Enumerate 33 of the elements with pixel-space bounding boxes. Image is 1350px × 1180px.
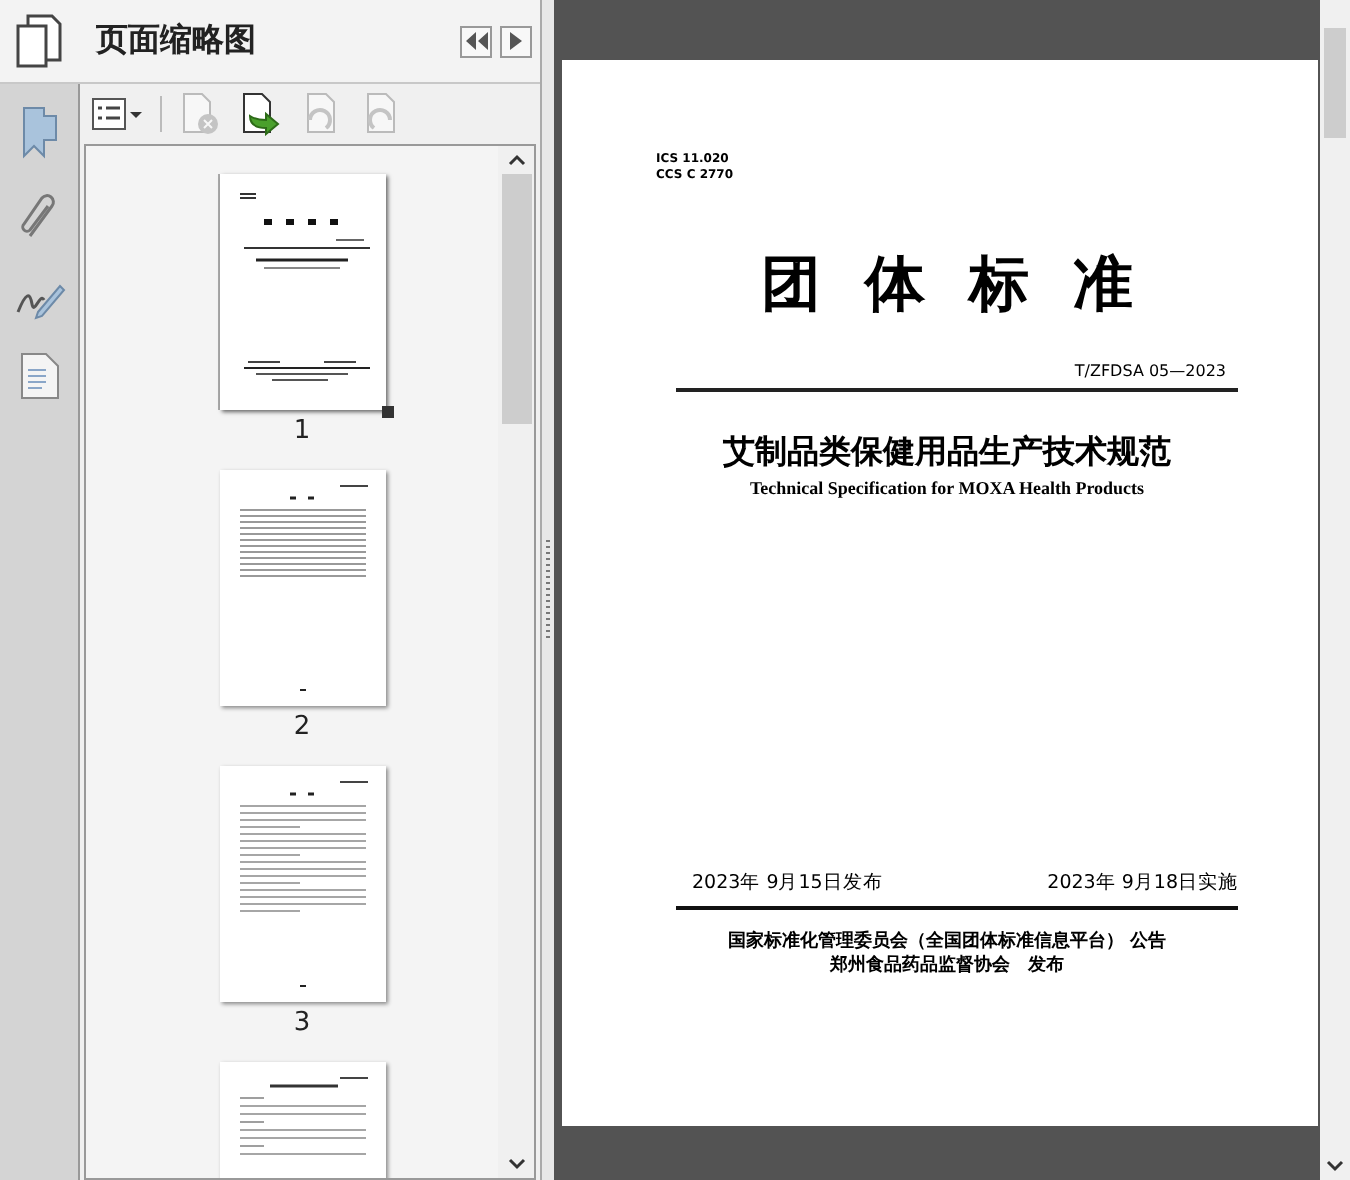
english-title: Technical Specification for MOXA Health Products <box>747 478 1147 498</box>
bookmark-icon[interactable] <box>19 104 59 160</box>
right-arrow-icon <box>510 32 522 50</box>
panel-title: 页面缩略图 <box>96 20 258 62</box>
scrollbar-thumb[interactable] <box>501 174 531 424</box>
document-icon[interactable] <box>19 352 59 400</box>
page-insert-icon <box>238 92 282 136</box>
view-area-handle[interactable] <box>381 406 393 418</box>
page-thumbnail[interactable] <box>219 766 385 1002</box>
document-title: 艾制品类保健用品生产技术规范 <box>721 432 1173 474</box>
scrollbar[interactable] <box>1320 0 1350 1180</box>
page-delete-icon <box>178 92 222 136</box>
page-thumbnail[interactable] <box>219 470 385 706</box>
double-left-arrow-icon <box>465 32 487 50</box>
standard-number: T/ZFDSA 05—2023 <box>1072 362 1228 380</box>
up-caret-icon <box>507 154 525 166</box>
list-options-icon <box>92 98 144 130</box>
publisher-line: 国家标准化管理委员会（全国团体标准信息平台） 公告 <box>727 929 1167 953</box>
options-button[interactable] <box>92 98 144 130</box>
document-heading: 团体标准 <box>759 248 1179 324</box>
expand-button[interactable] <box>500 25 532 57</box>
collapse-button[interactable] <box>460 25 492 57</box>
down-caret-icon <box>1326 1160 1344 1172</box>
scrollbar-thumb[interactable] <box>1324 28 1346 138</box>
scrollbar[interactable] <box>498 146 534 1178</box>
page-number: 2 <box>293 712 311 746</box>
implementation-date: 2023年 9月18日实施 <box>1047 870 1238 896</box>
publisher-line: 郑州食品药品监督协会 发布 <box>830 953 1064 977</box>
page-number: 3 <box>293 1008 311 1042</box>
down-caret-icon <box>507 1158 525 1170</box>
insert-button[interactable] <box>238 92 282 136</box>
issue-date: 2023年 9月15日发布 <box>692 870 883 896</box>
page-number: 1 <box>293 416 311 450</box>
